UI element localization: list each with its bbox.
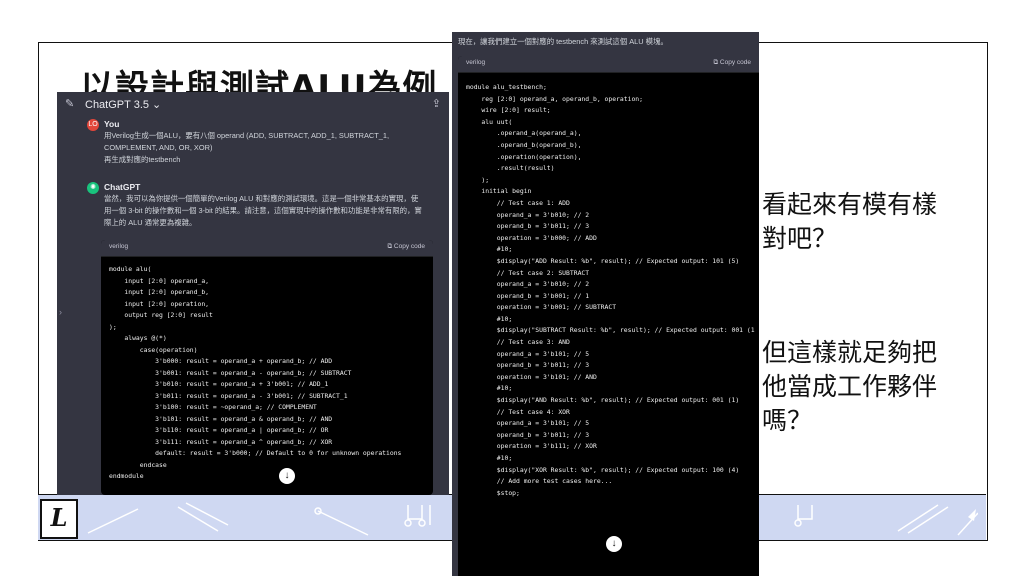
code-line: ); — [466, 175, 490, 184]
code-line: input [2:0] operation, — [109, 299, 210, 308]
code-line: 3'b101: result = operand_a & operand_b; … — [109, 414, 333, 423]
code-line: operand_a = 3'b010; // 2 — [466, 280, 590, 289]
side-text-line: 嗎？ — [762, 406, 813, 435]
code-line: operand_b = 3'b011; // 3 — [466, 361, 590, 370]
message-line: 用Verilog生成一個ALU，要有八個 operand (ADD, SUBTR… — [104, 131, 390, 140]
code-line: 3'b000: result = operand_a + operand_b; … — [109, 357, 333, 365]
user-avatar: LO — [87, 119, 99, 131]
chat-header: ✎ ChatGPT 3.5 ⌄ ⇪ — [57, 92, 449, 118]
code-line: operand_b = 3'b011; // 3 — [466, 222, 590, 231]
code-line: operand_b = 3'b001; // 1 — [466, 291, 590, 300]
code-line: module alu_testbench; — [466, 83, 547, 91]
code-line: 3'b001: result = operand_a - operand_b; … — [109, 368, 352, 377]
message-line: 當然，我可以為你提供一個簡單的Verilog ALU 和對應的測試環境。這是一個… — [104, 194, 419, 203]
copy-code-button[interactable]: ⧉ Copy code — [713, 59, 751, 67]
side-text-line: 但這樣就足夠把 — [762, 338, 938, 367]
code-line: 3'b100: result = ~operand_a; // COMPLEME… — [109, 403, 317, 411]
chatgpt-name: ChatGPT — [104, 182, 141, 192]
code-line: reg [2:0] operand_a, operand_b, operatio… — [466, 94, 643, 103]
code-line: operation = 3'b111; // XOR — [466, 442, 597, 451]
code-line: input [2:0] operand_b, — [109, 288, 210, 296]
code-line: .operand_a(operand_a), — [466, 129, 582, 138]
arrow-down-icon[interactable]: ↓ — [279, 468, 295, 484]
code-line: operation = 3'b101; // AND — [466, 372, 597, 381]
alu-code-lines: module alu( input [2:0] operand_a, input… — [109, 264, 401, 483]
side-text-question-1: 看起來有模有樣 對吧？ — [762, 188, 937, 256]
code-line: default: result = 3'b000; // Default to … — [109, 449, 402, 457]
code-line: // Test case 2: SUBTRACT — [466, 268, 590, 277]
code-line: .operation(operation), — [466, 152, 582, 161]
alu-code-block: verilog ⧉ Copy code module alu( input [2… — [101, 240, 433, 495]
code-line: 3'b011: result = operand_a - 3'b001; // … — [109, 391, 348, 400]
side-text-line: 看起來有模有樣 — [762, 190, 938, 219]
code-line: initial begin — [466, 187, 532, 196]
side-text-line: 對吧？ — [762, 224, 838, 253]
code-line: operand_a = 3'b101; // 5 — [466, 419, 590, 428]
code-line: operand_b = 3'b011; // 3 — [466, 430, 590, 439]
code-line: case(operation) — [109, 345, 198, 354]
code-line: endmodule — [109, 472, 144, 480]
footer-logo: L — [40, 499, 78, 539]
code-line: // Test case 3: AND — [466, 338, 570, 347]
code-line: output reg [2:0] result — [109, 311, 213, 319]
code-line: $display("AND Result: %b", result); // E… — [466, 396, 740, 405]
testbench-intro: 現在，讓我們建立一個對應的 testbench 來測試這個 ALU 模塊。 — [458, 37, 668, 46]
model-selector[interactable]: ChatGPT 3.5 ⌄ — [85, 98, 161, 111]
copy-code-label: Copy code — [719, 59, 751, 66]
code-block-header: verilog ⧉ Copy code — [458, 56, 759, 73]
code-line: $display("XOR Result: %b", result); // E… — [466, 465, 740, 474]
side-text-line: 他當成工作夥伴 — [762, 372, 938, 401]
side-text-question-2: 但這樣就足夠把 他當成工作夥伴 嗎？ — [762, 336, 937, 438]
user-message: 用Verilog生成一個ALU，要有八個 operand (ADD, SUBTR… — [104, 130, 389, 166]
code-line: // Test case 1: ADD — [466, 198, 570, 207]
code-line: operand_a = 3'b101; // 5 — [466, 349, 590, 358]
code-language: verilog — [109, 243, 129, 250]
code-line: $display("SUBTRACT Result: %b", result);… — [466, 326, 755, 335]
code-block-header: verilog ⧉ Copy code — [101, 240, 433, 257]
copy-code-label: Copy code — [393, 243, 425, 250]
code-line: endcase — [109, 460, 167, 469]
message-line: 再生成對應的testbench — [104, 155, 181, 164]
code-line: alu uut( — [466, 117, 513, 126]
code-line: .operand_b(operand_b), — [466, 140, 582, 149]
testbench-code-lines: module alu_testbench; reg [2:0] operand_… — [466, 82, 755, 499]
code-line: // Test case 4: XOR — [466, 407, 570, 416]
code-line: input [2:0] operand_a, — [109, 276, 210, 285]
code-line: operation = 3'b001; // SUBTRACT — [466, 303, 617, 312]
testbench-panel: 現在，讓我們建立一個對應的 testbench 來測試這個 ALU 模塊。 ve… — [452, 32, 759, 576]
edit-icon[interactable]: ✎ — [65, 98, 77, 110]
message-line: 用一個 3-bit 的操作數和一個 3-bit 的結果。請注意，這個實現中的操作… — [104, 206, 422, 215]
code-line: 3'b110: result = operand_a | operand_b; … — [109, 426, 329, 434]
code-line: #10; — [466, 314, 513, 323]
code-line: module alu( — [109, 265, 152, 273]
code-line: $display("ADD Result: %b", result); // E… — [466, 256, 740, 265]
code-language: verilog — [466, 59, 486, 66]
code-line: always @(*) — [109, 334, 167, 342]
chatgpt-avatar-icon: ✺ — [87, 182, 99, 194]
code-line: operand_a = 3'b010; // 2 — [466, 210, 590, 219]
chatgpt-conversation: ✎ ChatGPT 3.5 ⌄ ⇪ › LO You 用Verilog生成一個A… — [57, 92, 449, 495]
code-line: 3'b010: result = operand_a + 3'b001; // … — [109, 380, 329, 388]
code-line: .result(result) — [466, 164, 555, 173]
code-line: $stop; — [466, 488, 520, 497]
code-line: #10; — [466, 245, 513, 254]
sidebar-toggle-icon[interactable]: › — [59, 307, 62, 317]
copy-code-button[interactable]: ⧉ Copy code — [387, 243, 425, 251]
testbench-code-block: verilog ⧉ Copy code module alu_testbench… — [458, 56, 759, 576]
arrow-down-icon[interactable]: ↓ — [606, 536, 622, 552]
user-name: You — [104, 119, 120, 129]
code-line: ); — [109, 322, 117, 331]
share-icon[interactable]: ⇪ — [432, 97, 441, 110]
code-line: // Add more test cases here... — [466, 477, 613, 486]
code-line: 3'b111: result = operand_a ^ operand_b; … — [109, 437, 333, 446]
message-line: COMPLEMENT, AND, OR, XOR) — [104, 143, 213, 152]
code-line: operation = 3'b000; // ADD — [466, 233, 597, 242]
code-line: wire [2:0] result; — [466, 106, 551, 115]
chatgpt-message: 當然，我可以為你提供一個簡單的Verilog ALU 和對應的測試環境。這是一個… — [104, 193, 422, 229]
code-line: #10; — [466, 454, 513, 462]
code-line: #10; — [466, 384, 513, 393]
message-line: 際上的 ALU 通常更為複雜。 — [104, 218, 197, 227]
